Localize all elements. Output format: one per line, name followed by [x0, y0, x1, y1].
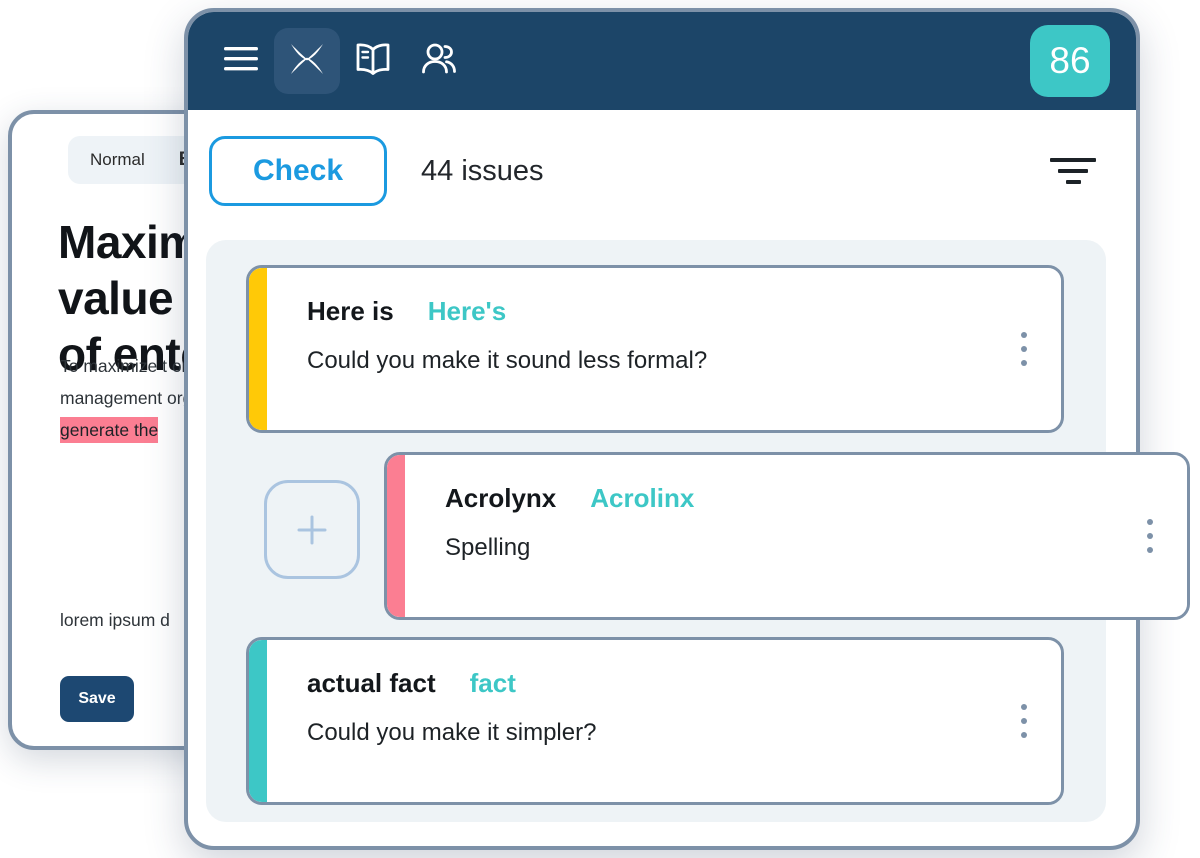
acrolinx-score-badge[interactable]: 86	[1030, 25, 1110, 97]
issue-more-options-icon[interactable]	[1013, 326, 1035, 372]
issue-original-text: actual fact	[307, 668, 436, 698]
tab-audience[interactable]	[406, 28, 472, 94]
issue-accent-bar	[249, 268, 267, 430]
kebab-dot-1	[1021, 332, 1027, 338]
issue-header: Here is Here's	[307, 296, 1061, 327]
open-book-icon	[354, 42, 392, 81]
tab-guidance[interactable]	[340, 28, 406, 94]
sidebar-action-row: Check 44 issues	[188, 110, 1136, 232]
issue-card-body: Acrolynx Acrolinx Spelling	[405, 455, 1187, 617]
plus-icon	[292, 510, 332, 550]
tab-check-brand[interactable]	[274, 28, 340, 94]
issue-card[interactable]: Acrolynx Acrolinx Spelling	[384, 452, 1190, 620]
issue-count-label: 44 issues	[421, 154, 544, 187]
acrolinx-x-icon	[287, 39, 327, 84]
kebab-dot-2	[1021, 718, 1027, 724]
kebab-dot-3	[1147, 547, 1153, 553]
add-to-dictionary-button[interactable]	[264, 480, 360, 579]
issue-accent-bar	[249, 640, 267, 802]
issue-original-text: Acrolynx	[445, 483, 557, 513]
issue-header: Acrolynx Acrolinx	[445, 483, 1187, 514]
issue-suggestion-text[interactable]: Here's	[428, 296, 506, 327]
people-group-icon	[420, 42, 458, 81]
paragraph-style-selector[interactable]: Normal	[90, 150, 145, 170]
filter-bar-3	[1065, 180, 1081, 184]
hamburger-menu-icon	[224, 46, 258, 77]
issue-card[interactable]: Here is Here's Could you make it sound l…	[246, 265, 1064, 433]
issue-card-body: actual fact fact Could you make it simpl…	[267, 640, 1061, 802]
save-button[interactable]: Save	[60, 676, 134, 722]
sidebar-topbar: 86	[188, 12, 1136, 110]
hamburger-menu-button[interactable]	[208, 28, 274, 94]
issue-suggestion-text[interactable]: fact	[470, 668, 516, 699]
filter-bar-2	[1058, 169, 1088, 173]
issue-card-body: Here is Here's Could you make it sound l…	[267, 268, 1061, 430]
check-button[interactable]: Check	[209, 136, 387, 206]
kebab-dot-1	[1147, 519, 1153, 525]
issue-more-options-icon[interactable]	[1139, 513, 1161, 559]
kebab-dot-3	[1021, 732, 1027, 738]
kebab-dot-2	[1147, 533, 1153, 539]
issue-original-text: Here is	[307, 296, 394, 326]
issue-header: actual fact fact	[307, 668, 1061, 699]
issue-accent-bar	[387, 455, 405, 617]
issue-suggestion-text[interactable]: Acrolinx	[590, 483, 694, 514]
filter-bar-1	[1050, 158, 1096, 162]
issue-more-options-icon[interactable]	[1013, 698, 1035, 744]
issue-description: Spelling	[445, 534, 531, 561]
kebab-dot-2	[1021, 346, 1027, 352]
issue-card[interactable]: actual fact fact Could you make it simpl…	[246, 637, 1064, 805]
kebab-dot-3	[1021, 360, 1027, 366]
issue-description: Could you make it simpler?	[307, 719, 597, 746]
filter-icon[interactable]	[1050, 154, 1096, 188]
kebab-dot-1	[1021, 704, 1027, 710]
issue-description: Could you make it sound less formal?	[307, 347, 708, 374]
